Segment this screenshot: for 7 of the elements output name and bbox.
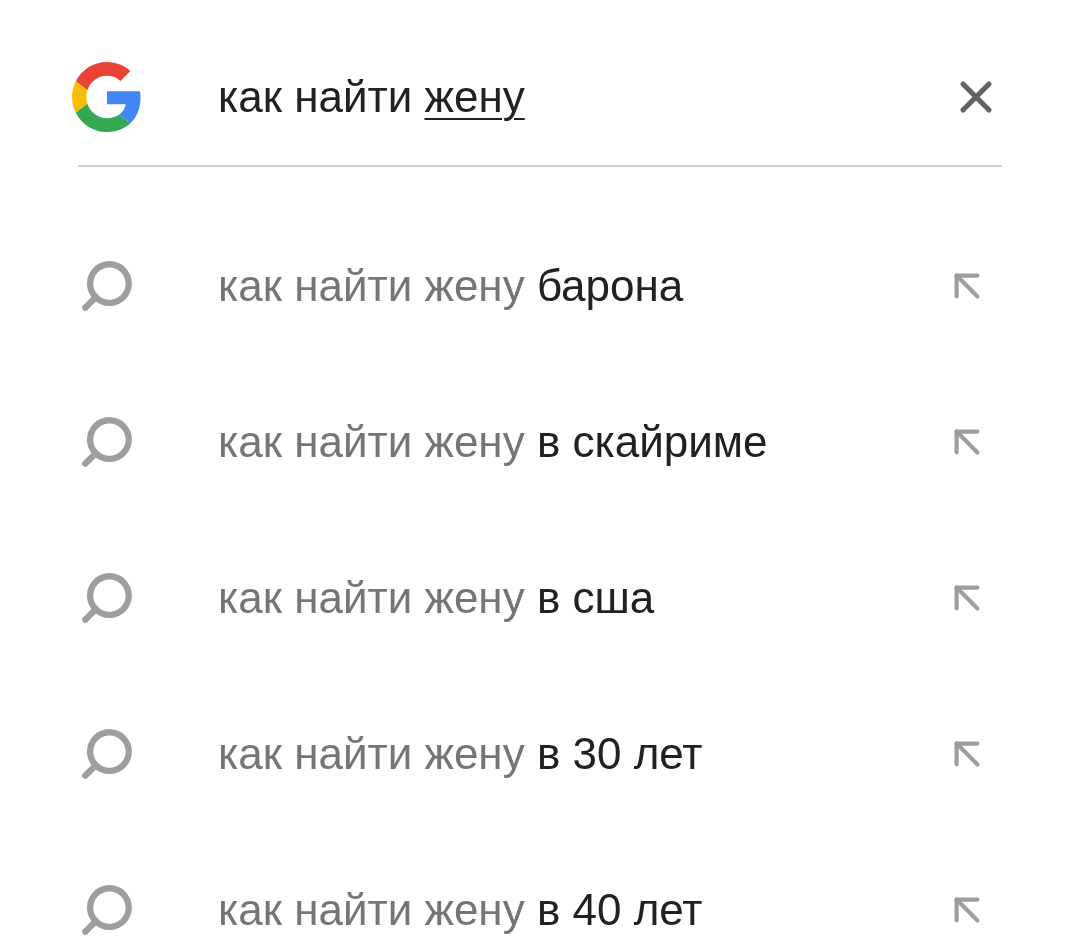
suggestion-link[interactable]: как найти жену в скайриме (218, 409, 942, 475)
suggestion-link[interactable]: как найти жену в сша (218, 565, 942, 631)
suggestion-link[interactable]: как найти жену в 40 лет (218, 877, 942, 943)
search-field[interactable]: как найти жену (218, 62, 950, 132)
suggestion-link[interactable]: как найти жену в 30 лет (218, 721, 942, 787)
google-logo-icon (72, 62, 142, 132)
suggestion-link[interactable]: как найти жену барона (218, 253, 942, 319)
